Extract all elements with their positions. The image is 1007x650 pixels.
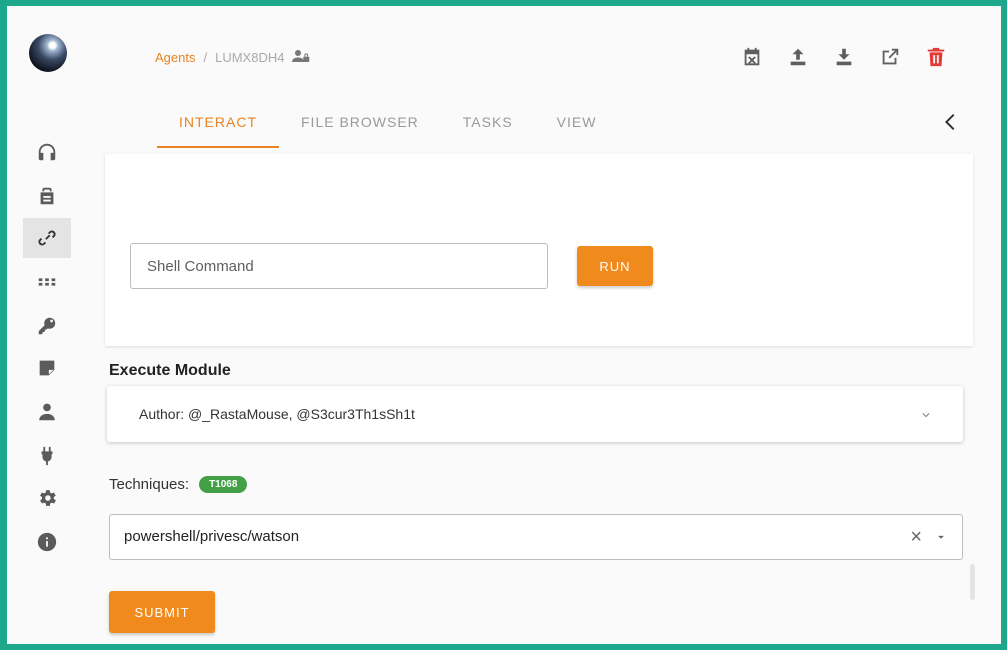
module-select[interactable]: powershell/privesc/watson × <box>109 514 963 560</box>
tab-view[interactable]: VIEW <box>535 104 619 150</box>
trash-icon[interactable] <box>921 42 951 72</box>
scrollbar[interactable] <box>970 564 975 600</box>
briefcase-lock-icon[interactable] <box>23 176 71 216</box>
apps-grid-icon[interactable] <box>23 262 71 302</box>
open-external-icon[interactable] <box>875 42 905 72</box>
headphones-icon[interactable] <box>23 132 71 172</box>
breadcrumb: Agents / LUMX8DH4 <box>155 48 310 67</box>
techniques-row: Techniques: T1068 <box>109 476 248 493</box>
breadcrumb-agent-name: LUMX8DH4 <box>215 50 285 65</box>
agent-tabs: INTERACT FILE BROWSER TASKS VIEW <box>157 104 618 150</box>
agent-actions <box>737 42 951 72</box>
key-icon[interactable] <box>23 306 71 346</box>
shell-command-input[interactable] <box>130 243 548 289</box>
technique-chip[interactable]: T1068 <box>199 476 248 493</box>
interact-content: RUN Execute Module Author: @_RastaMouse,… <box>87 154 1001 644</box>
gear-icon[interactable] <box>23 478 71 518</box>
breadcrumb-separator: / <box>203 50 208 65</box>
upload-icon[interactable] <box>783 42 813 72</box>
user-icon[interactable] <box>23 392 71 432</box>
techniques-label: Techniques: <box>109 476 190 493</box>
dropdown-arrow-icon[interactable] <box>934 530 948 544</box>
clear-icon[interactable]: × <box>910 527 922 547</box>
breadcrumb-agents-link[interactable]: Agents <box>155 50 195 65</box>
download-icon[interactable] <box>829 42 859 72</box>
tab-interact[interactable]: INTERACT <box>157 104 279 150</box>
chevron-left-icon[interactable] <box>939 110 963 134</box>
tab-tasks[interactable]: TASKS <box>441 104 535 150</box>
shell-panel: RUN <box>105 154 973 346</box>
app-logo[interactable] <box>29 34 67 72</box>
app-window: Agents / LUMX8DH4 INTERACT FILE BROWSER … <box>0 0 1007 650</box>
sticky-note-icon[interactable] <box>23 348 71 388</box>
module-author: Author: @_RastaMouse, @S3cur3Th1sSh1t <box>139 406 415 422</box>
execute-module-title: Execute Module <box>109 362 231 379</box>
agent-header: Agents / LUMX8DH4 INTERACT FILE BROWSER … <box>87 6 1001 154</box>
run-button[interactable]: RUN <box>577 246 653 286</box>
submit-button[interactable]: SUBMIT <box>109 591 215 633</box>
chevron-down-icon[interactable] <box>919 408 933 422</box>
user-lock-icon <box>292 48 310 67</box>
module-select-value: powershell/privesc/watson <box>124 528 300 545</box>
info-icon[interactable] <box>23 522 71 562</box>
sidebar <box>7 6 88 644</box>
plug-icon[interactable] <box>23 436 71 476</box>
tab-file-browser[interactable]: FILE BROWSER <box>279 104 441 150</box>
link-icon[interactable] <box>23 218 71 258</box>
calendar-x-icon[interactable] <box>737 42 767 72</box>
module-info-dropdown[interactable]: Author: @_RastaMouse, @S3cur3Th1sSh1t <box>107 386 963 442</box>
